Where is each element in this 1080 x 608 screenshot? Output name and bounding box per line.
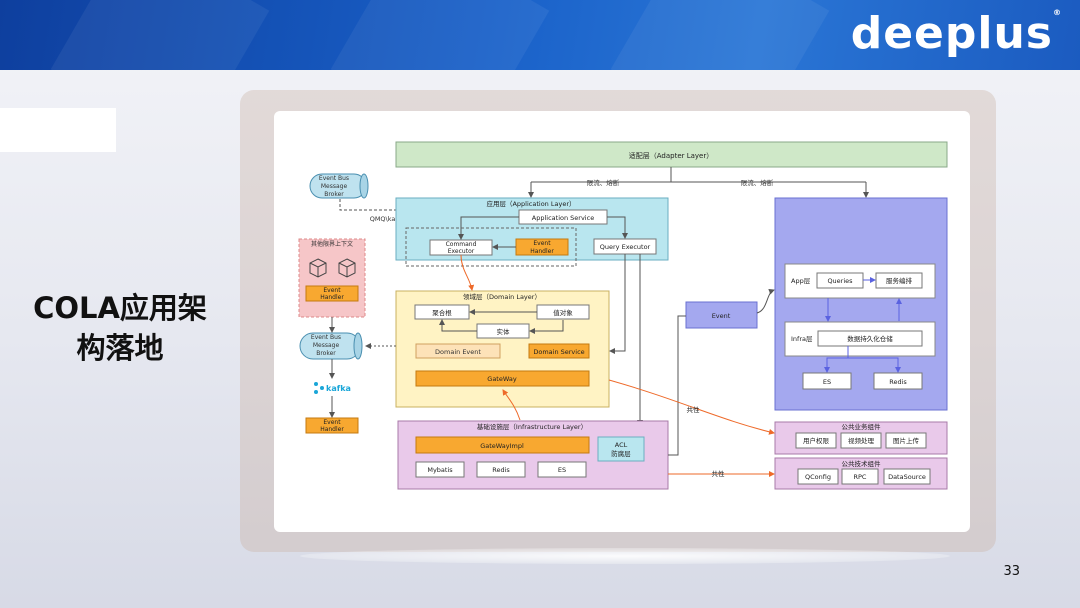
adapter-layer-label: 适配层（Adapter Layer） bbox=[629, 151, 714, 160]
gateway-impl-label: GateWayImpl bbox=[480, 442, 524, 450]
event-handler-ctx-line1: Event bbox=[323, 287, 341, 294]
rpc-label: RPC bbox=[854, 473, 867, 481]
es-right-label: ES bbox=[823, 378, 831, 386]
command-executor-line1: Command bbox=[446, 241, 477, 248]
infra-to-event-line bbox=[668, 315, 686, 456]
event-handler-app-line1: Event bbox=[533, 240, 551, 247]
query-executor-label: Query Executor bbox=[600, 243, 651, 251]
architecture-diagram: 适配层（Adapter Layer） 限流、熔断 限流、熔断 Event Bus… bbox=[298, 141, 948, 490]
floor-reflection bbox=[300, 548, 950, 564]
video-processing-label: 视频处理 bbox=[848, 436, 875, 445]
flow-control-right-label: 限流、熔断 bbox=[741, 178, 774, 187]
redis-infra-label: Redis bbox=[492, 466, 510, 474]
event-bus-mid-line3: Broker bbox=[316, 350, 336, 357]
data-persistence-label: 数据持久化仓储 bbox=[847, 334, 893, 343]
shared-label-1: 共性 bbox=[687, 405, 701, 414]
event-bus-top-line2: Message bbox=[321, 183, 348, 190]
app-layer-label: App层 bbox=[791, 277, 811, 285]
other-context-box bbox=[298, 238, 366, 318]
application-layer-label: 应用层（Application Layer） bbox=[486, 199, 575, 208]
acl-line1: ACL bbox=[615, 441, 628, 449]
event-bus-middle: Event Bus Message Broker bbox=[299, 332, 363, 360]
page-number: 33 bbox=[1003, 564, 1020, 579]
slide-title-line2: 构落地 bbox=[76, 331, 164, 365]
kafka-label: kafka bbox=[326, 384, 351, 393]
application-service-label: Application Service bbox=[532, 214, 594, 222]
top-banner: deeplus® bbox=[0, 0, 1080, 70]
gateway-label: GateWay bbox=[487, 375, 517, 383]
event-bus-mid-line2: Message bbox=[313, 342, 340, 349]
slide-title: COLA应用架 构落地 bbox=[20, 288, 220, 368]
domain-service-label: Domain Service bbox=[533, 348, 584, 356]
event-bus-top: Event Bus Message Broker bbox=[309, 173, 369, 199]
command-executor-line2: Executor bbox=[448, 248, 475, 255]
queries-label: Queries bbox=[827, 277, 853, 285]
entity-label: 实体 bbox=[497, 327, 511, 336]
event-to-app-arrow bbox=[756, 288, 775, 314]
event-label: Event bbox=[712, 312, 731, 320]
event-handler-app-line2: Handler bbox=[530, 248, 554, 255]
flow-control-left-label: 限流、熔断 bbox=[587, 178, 620, 187]
slide-title-line1: COLA应用架 bbox=[33, 291, 207, 325]
event-handler-bottom-line2: Handler bbox=[320, 426, 344, 433]
event-handler-bottom-line1: Event bbox=[323, 419, 341, 426]
qconfig-label: QConfig bbox=[805, 473, 831, 481]
diagram-frame: 适配层（Adapter Layer） 限流、熔断 限流、熔断 Event Bus… bbox=[274, 111, 970, 532]
banner-decoration bbox=[330, 0, 550, 70]
aggregate-root-label: 聚合根 bbox=[432, 308, 452, 317]
value-object-label: 值对象 bbox=[553, 308, 573, 317]
domain-event-label: Domain Event bbox=[435, 348, 481, 356]
mybatis-label: Mybatis bbox=[427, 466, 453, 474]
banner-decoration bbox=[50, 0, 270, 70]
service-orchestration-label: 服务编排 bbox=[886, 276, 913, 285]
banner-decoration bbox=[610, 0, 830, 70]
user-permission-label: 用户权限 bbox=[803, 436, 830, 445]
domain-layer-label: 领域层（Domain Layer） bbox=[463, 292, 541, 301]
event-bus-top-line1: Event Bus bbox=[319, 175, 349, 182]
datasource-label: DataSource bbox=[888, 473, 926, 481]
infra-layer-label: Infra层 bbox=[791, 335, 813, 343]
query-to-domain-arrow bbox=[609, 254, 626, 354]
adapter-connector bbox=[530, 167, 867, 197]
event-handler-ctx-line2: Handler bbox=[320, 294, 344, 301]
deeplus-logo: deeplus® bbox=[850, 8, 1062, 59]
es-infra-label: ES bbox=[558, 466, 566, 474]
other-context-label: 其他限界上下文 bbox=[311, 240, 353, 248]
public-tech-label: 公共技术组件 bbox=[842, 459, 882, 468]
shared-label-2: 共性 bbox=[712, 469, 726, 478]
kafka-icon: kafka bbox=[314, 382, 351, 394]
event-bus-mid-line1: Event Bus bbox=[311, 334, 341, 341]
event-bus-top-line3: Broker bbox=[324, 191, 344, 198]
public-business-label: 公共业务组件 bbox=[842, 422, 882, 431]
image-upload-label: 图片上传 bbox=[893, 436, 920, 445]
infrastructure-layer-label: 基础设施层（Infrastructure Layer） bbox=[477, 422, 587, 431]
redis-right-label: Redis bbox=[889, 378, 907, 386]
white-tab-decoration bbox=[0, 108, 116, 152]
acl-line2: 防腐层 bbox=[611, 449, 631, 458]
